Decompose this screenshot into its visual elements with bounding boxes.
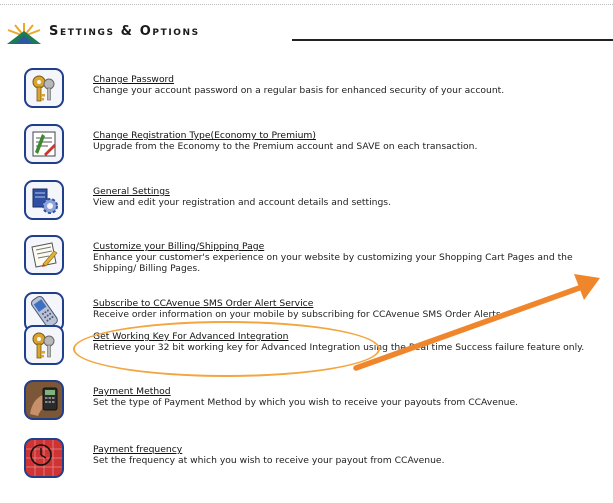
sms-order-alert-link[interactable]: Subscribe to CCAvenue SMS Order Alert Se… <box>93 298 613 309</box>
customize-billing-shipping-description: Enhance your customer's experience on yo… <box>93 252 573 274</box>
registration-icon <box>24 124 64 164</box>
payment-method-link[interactable]: Payment Method <box>93 386 613 397</box>
change-registration-type-description: Upgrade from the Economy to the Premium … <box>93 141 478 152</box>
keys-icon <box>24 68 64 108</box>
gears-icon <box>24 180 64 220</box>
payment-method-description: Set the type of Payment Method by which … <box>93 397 519 408</box>
keys-icon <box>24 325 64 365</box>
clock-calendar-icon <box>24 438 64 478</box>
customize-billing-shipping-link[interactable]: Customize your Billing/Shipping Page <box>93 241 613 252</box>
change-registration-type-link[interactable]: Change Registration Type(Economy to Prem… <box>93 130 613 141</box>
card-machine-icon <box>24 380 64 420</box>
general-settings-link[interactable]: General Settings <box>93 186 613 197</box>
general-settings-description: View and edit your registration and acco… <box>93 197 392 208</box>
working-key-link[interactable]: Get Working Key For Advanced Integration <box>93 331 613 342</box>
settings-list: Change Password Change your account pass… <box>0 0 613 503</box>
payment-frequency-link[interactable]: Payment frequency <box>93 444 613 455</box>
change-password-description: Change your account password on a regula… <box>93 85 505 96</box>
sms-order-alert-description: Receive order information on your mobile… <box>93 309 504 320</box>
change-password-link[interactable]: Change Password <box>93 74 613 85</box>
edit-document-icon <box>24 235 64 275</box>
working-key-description: Retrieve your 32 bit working key for Adv… <box>93 342 585 353</box>
payment-frequency-description: Set the frequency at which you wish to r… <box>93 455 445 466</box>
